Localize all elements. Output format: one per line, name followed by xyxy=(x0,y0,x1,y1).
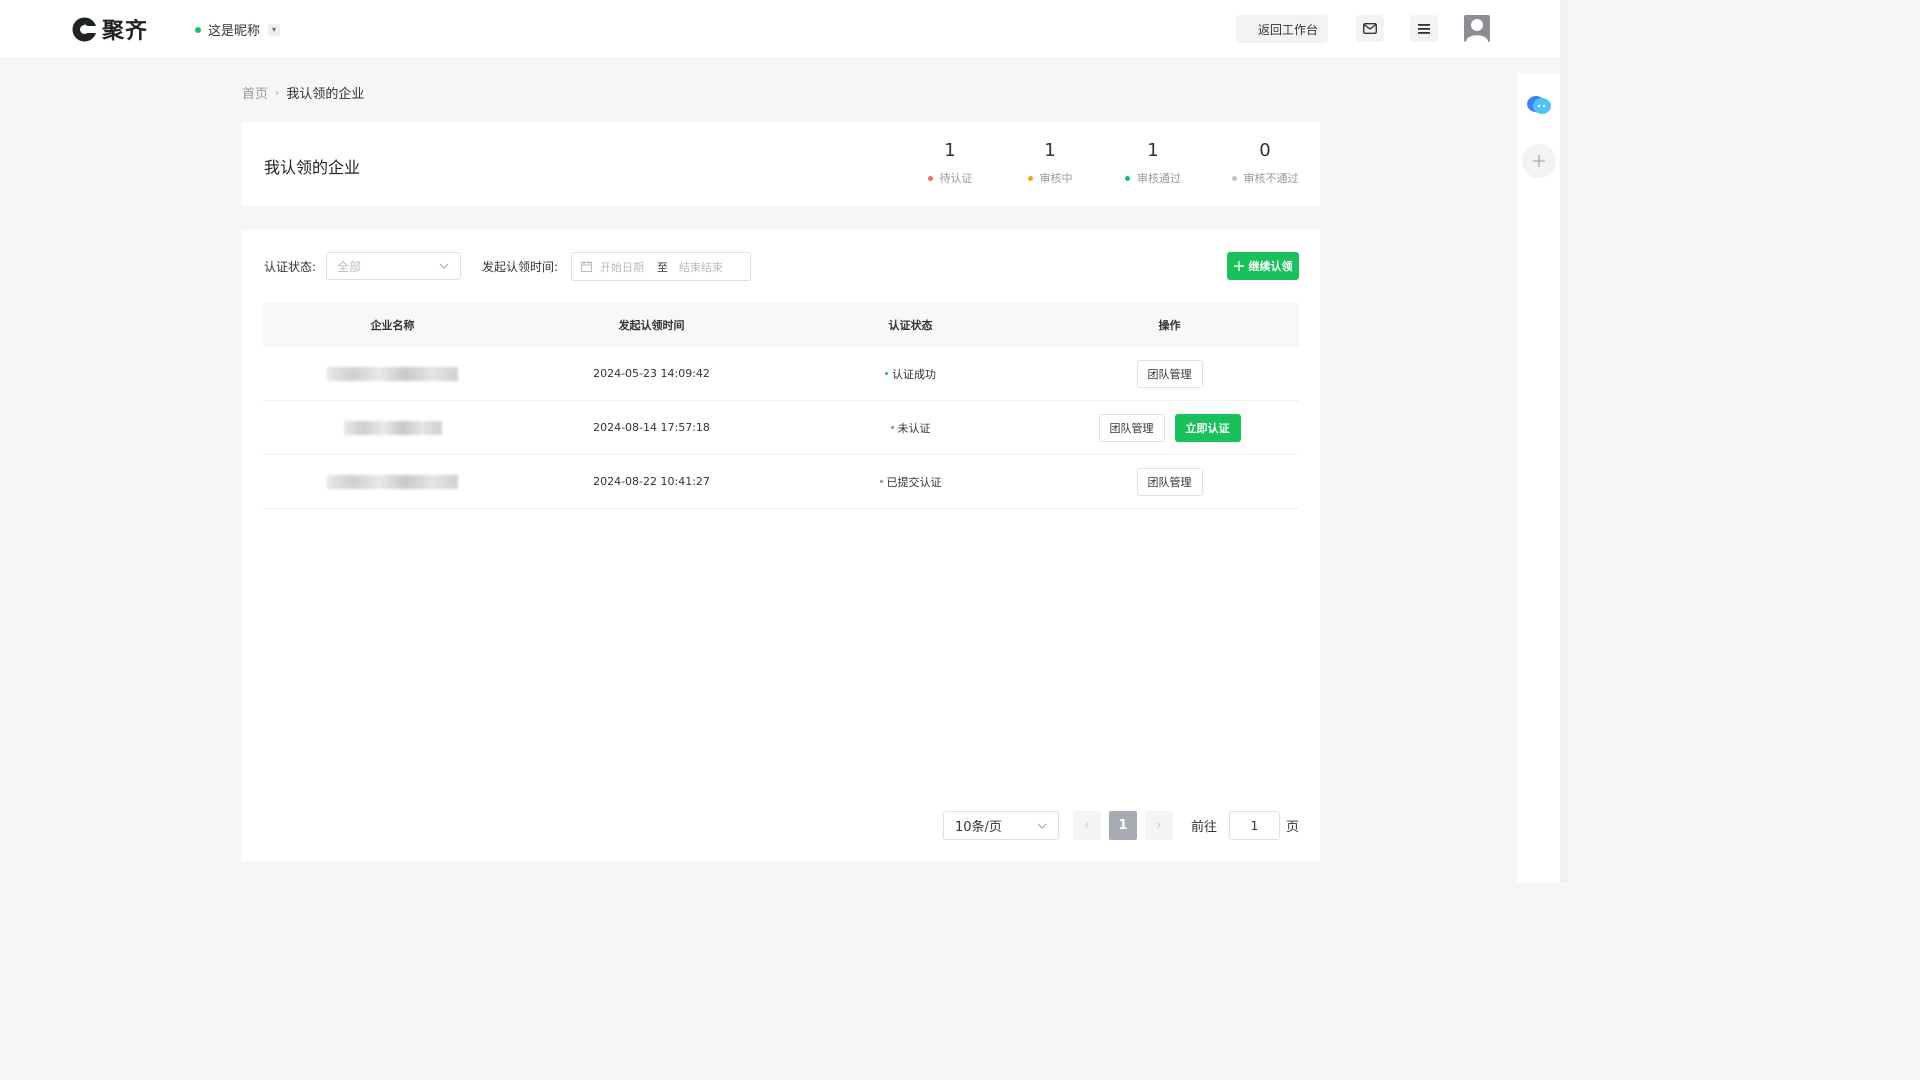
goto-page-input[interactable]: 1 xyxy=(1229,811,1280,840)
status-text: 已提交认证 xyxy=(886,475,942,489)
side-toolbar xyxy=(1517,73,1560,882)
top-header: 聚齐 这是昵称 ▾ 返回工作台 xyxy=(0,0,1560,57)
breadcrumb-home[interactable]: 首页 xyxy=(242,83,268,102)
table-header: 企业名称 发起认领时间 认证状态 操作 xyxy=(263,303,1299,347)
status-dot xyxy=(879,480,883,483)
time-filter-label: 发起认领时间: xyxy=(482,260,559,274)
status-cell: 已提交认证 xyxy=(781,455,1040,508)
chat-icon[interactable] xyxy=(1522,88,1556,122)
chevron-right-icon: › xyxy=(275,86,280,99)
claim-time: 2024-08-14 17:57:18 xyxy=(593,421,710,434)
status-filter-value: 全部 xyxy=(337,259,362,274)
status-cell: 认证成功 xyxy=(781,347,1040,400)
table-row: 2024-08-14 17:57:18 未认证 团队管理 立即认证 xyxy=(263,401,1299,455)
stat-count: 1 xyxy=(1147,140,1159,161)
company-name-redacted xyxy=(327,366,458,381)
company-name-redacted xyxy=(343,420,442,435)
status-dot xyxy=(927,175,933,181)
page-suffix: 页 xyxy=(1286,820,1300,835)
add-icon[interactable] xyxy=(1522,144,1556,178)
table-row: 2024-05-23 14:09:42 认证成功 团队管理 xyxy=(263,347,1299,401)
mail-icon[interactable] xyxy=(1356,15,1384,42)
summary-card: 我认领的企业 1 待认证 1 审核中 1 审核通过 0 审核不通过 xyxy=(242,122,1320,206)
chevron-down-icon xyxy=(439,263,449,269)
nickname: 这是昵称 xyxy=(208,24,261,39)
stat-label: 审核通过 xyxy=(1137,172,1181,185)
col-status: 认证状态 xyxy=(888,319,933,332)
page-title: 我认领的企业 xyxy=(264,158,361,177)
logo[interactable]: 聚齐 xyxy=(71,13,148,45)
continue-claim-label: 继续认领 xyxy=(1248,260,1293,273)
chevron-down-icon xyxy=(1037,823,1047,829)
col-company-name: 企业名称 xyxy=(370,319,415,332)
stat-count: 1 xyxy=(944,140,956,161)
stat-count: 0 xyxy=(1259,140,1271,161)
col-claim-time: 发起认领时间 xyxy=(618,319,685,332)
back-to-workbench-button[interactable]: 返回工作台 xyxy=(1236,15,1328,43)
goto-label: 前往 xyxy=(1191,820,1218,835)
date-range-picker[interactable]: 开始日期 至 结束结束 xyxy=(571,252,751,281)
stat-reviewing[interactable]: 1 审核中 xyxy=(1025,140,1075,186)
range-separator: 至 xyxy=(657,260,668,274)
plus-icon xyxy=(1233,261,1244,271)
team-manage-button[interactable]: 团队管理 xyxy=(1136,359,1203,388)
col-actions: 操作 xyxy=(1158,319,1181,332)
claims-table: 企业名称 发起认领时间 认证状态 操作 2024-05-23 14:09:42 … xyxy=(263,303,1299,509)
nickname-switcher[interactable]: 这是昵称 ▾ xyxy=(195,20,281,39)
company-name-redacted xyxy=(327,474,458,489)
logo-text: 聚齐 xyxy=(102,19,149,44)
stat-label: 审核中 xyxy=(1039,172,1073,185)
continue-claim-button[interactable]: 继续认领 xyxy=(1227,252,1299,280)
status-filter-select[interactable]: 全部 xyxy=(326,252,461,280)
start-date-input[interactable]: 开始日期 xyxy=(600,259,644,275)
table-row: 2024-08-22 10:41:27 已提交认证 团队管理 xyxy=(263,455,1299,509)
prev-page-button[interactable]: ‹ xyxy=(1073,811,1101,840)
page-scrollbar[interactable] xyxy=(1560,0,1568,882)
menu-icon[interactable] xyxy=(1410,15,1438,42)
status-dot xyxy=(1027,175,1033,181)
stat-label: 待认证 xyxy=(939,172,973,185)
stat-pending[interactable]: 1 待认证 xyxy=(925,140,975,186)
user-avatar[interactable] xyxy=(1464,15,1490,42)
page-size-value: 10条/页 xyxy=(955,820,1002,835)
status-dot xyxy=(1231,175,1237,181)
claim-time: 2024-08-22 10:41:27 xyxy=(593,475,710,488)
stat-rejected[interactable]: 0 审核不通过 xyxy=(1230,140,1300,186)
status-text: 未认证 xyxy=(897,421,931,435)
stat-count: 1 xyxy=(1044,140,1056,161)
team-manage-button[interactable]: 团队管理 xyxy=(1136,467,1203,496)
online-status-dot xyxy=(195,26,201,33)
breadcrumb: 首页 › 我认领的企业 xyxy=(242,83,364,102)
claim-time: 2024-05-23 14:09:42 xyxy=(593,367,710,380)
caret-down-icon[interactable]: ▾ xyxy=(268,23,281,36)
status-dot xyxy=(885,372,888,375)
status-dot xyxy=(1125,175,1130,181)
certify-now-button[interactable]: 立即认证 xyxy=(1174,413,1241,442)
breadcrumb-current: 我认领的企业 xyxy=(286,87,365,102)
page-size-select[interactable]: 10条/页 xyxy=(943,811,1059,840)
status-text: 认证成功 xyxy=(892,367,936,381)
calendar-icon xyxy=(581,261,592,272)
status-cell: 未认证 xyxy=(781,401,1040,454)
next-page-button[interactable]: › xyxy=(1145,811,1173,840)
page-number-current[interactable]: 1 xyxy=(1109,811,1137,840)
logo-icon xyxy=(72,17,97,41)
team-manage-button[interactable]: 团队管理 xyxy=(1098,413,1165,442)
stat-approved[interactable]: 1 审核通过 xyxy=(1121,140,1185,186)
end-date-input[interactable]: 结束结束 xyxy=(679,259,723,275)
stat-label: 审核不通过 xyxy=(1243,172,1299,185)
status-filter-label: 认证状态: xyxy=(264,260,317,274)
claims-card: 认证状态: 全部 发起认领时间: 开始日期 至 结束结束 继续认领 企业名称 发… xyxy=(242,230,1320,861)
status-dot xyxy=(890,426,894,429)
